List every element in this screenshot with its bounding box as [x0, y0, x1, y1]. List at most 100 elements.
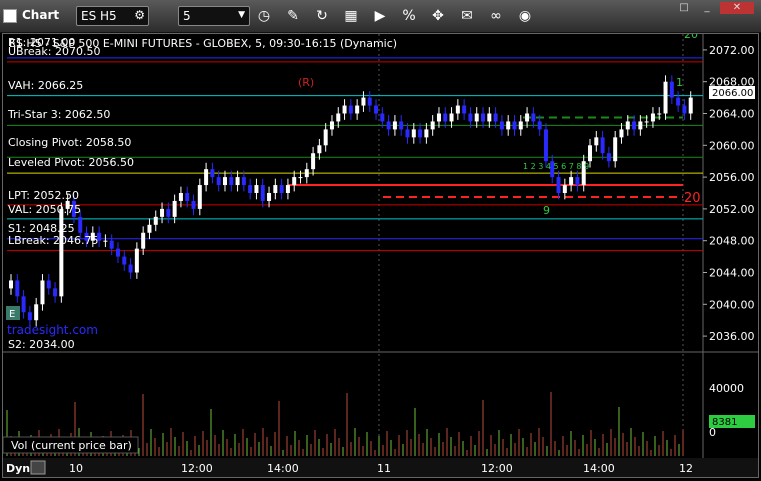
count-nine: 9 [543, 204, 550, 217]
candle-body [355, 105, 360, 114]
price-tick-label: 2036.00 [709, 330, 755, 343]
volume-tick-label: 40000 [709, 382, 744, 395]
mode-label[interactable]: Dyn [6, 462, 30, 475]
candle-body [260, 185, 265, 201]
candle-body [638, 121, 643, 130]
candle-body [27, 312, 32, 321]
price-tick-label: 2048.00 [709, 235, 755, 248]
level-label: UBreak: 2070.50 [8, 45, 100, 58]
level-label: Leveled Pivot: 2056.50 [8, 156, 134, 169]
volume-label: Vol (current price bar) [11, 439, 132, 452]
chart-icon [3, 9, 17, 23]
candle-body [405, 129, 410, 138]
candle-body [455, 105, 460, 114]
level-label: VAH: 2066.25 [8, 79, 83, 92]
candle-body [525, 113, 530, 122]
camera-icon[interactable]: ◉ [515, 6, 535, 26]
candle-body [241, 177, 246, 186]
candle-body [273, 185, 278, 193]
candle-body [329, 121, 334, 130]
candle-body [436, 113, 441, 122]
candle-body [650, 113, 655, 122]
candle-body [285, 185, 290, 193]
candle-body [348, 105, 353, 114]
level-label: Tri-Star 3: 2062.50 [7, 108, 110, 121]
interval-dropdown-icon[interactable]: ▼ [238, 10, 245, 20]
minimize-icon[interactable]: _ [697, 2, 717, 14]
tool-icon[interactable]: ▦ [341, 6, 361, 26]
candle-body [474, 113, 479, 122]
candle-body [374, 105, 379, 114]
candle-body [657, 113, 662, 115]
close-icon[interactable]: ✕ [720, 2, 754, 14]
candle-body [172, 200, 177, 217]
clock-icon[interactable]: ◷ [254, 6, 274, 26]
interval-value: 5 [183, 9, 191, 23]
candle-body [103, 240, 108, 242]
candle-body [134, 248, 139, 273]
candle-body [669, 81, 674, 98]
candle-body [663, 81, 668, 114]
candle-body [292, 177, 297, 186]
candle-body [191, 200, 196, 209]
candle-body [115, 248, 120, 257]
candle-body [688, 97, 693, 114]
candle-body [424, 129, 429, 138]
candle-body [569, 177, 574, 186]
move-icon[interactable]: ✥ [428, 6, 448, 26]
count-one: 1 [676, 76, 683, 89]
app-title: Chart [22, 8, 60, 22]
price-tick-label: 2072.00 [709, 44, 755, 57]
candle-body [543, 129, 548, 162]
candle-body [336, 113, 341, 122]
candle-body [531, 113, 536, 122]
candle-body [430, 121, 435, 130]
time-tick-label: 12 [679, 462, 693, 475]
play-icon[interactable]: ▶ [370, 6, 390, 26]
refresh-icon[interactable]: ↻ [312, 6, 332, 26]
chart-panel[interactable]: ES H5 - S&P 500 E-MINI FUTURES - GLOBEX,… [2, 28, 759, 478]
symbol-input[interactable]: ES H5 ⚙ [76, 6, 149, 26]
candle-body [682, 105, 687, 114]
candle-body [386, 121, 391, 130]
candle-body [594, 137, 599, 146]
candle-body [518, 121, 523, 130]
candle-body [499, 121, 504, 130]
candle-body [166, 208, 171, 217]
symbol-menu-icon[interactable]: ⚙ [134, 8, 145, 22]
candle-body [109, 240, 114, 249]
candle-body [619, 129, 624, 138]
price-tick-label: 2060.00 [709, 139, 755, 152]
link-icon[interactable]: ∞ [486, 6, 506, 26]
candle-body [160, 208, 165, 217]
candle-body [512, 121, 517, 130]
candle-body [562, 185, 567, 193]
time-tick-label: 14:00 [583, 462, 615, 475]
candle-body [304, 169, 309, 178]
percent-icon[interactable]: % [399, 6, 419, 26]
candle-body [185, 193, 190, 201]
note-icon[interactable]: ✉ [457, 6, 477, 26]
time-tick-label: 11 [377, 462, 391, 475]
candle-body [267, 193, 272, 201]
count-sequence: 1 2 3 4 5 6 7 8 9 [523, 162, 589, 171]
candle-body [210, 169, 215, 178]
candle-body [493, 113, 498, 122]
interval-select[interactable]: 5 ▼ [178, 6, 250, 26]
candle-body [606, 153, 611, 162]
candle-body [537, 121, 542, 130]
candle-body [141, 232, 146, 249]
candle-body [311, 153, 316, 170]
candle-body [399, 121, 404, 130]
chart-canvas[interactable]: ES H5 - S&P 500 E-MINI FUTURES - GLOBEX,… [2, 28, 758, 477]
price-tick-label: 2068.00 [709, 76, 755, 89]
price-tick-label: 2056.00 [709, 171, 755, 184]
price-tick-label: 2052.00 [709, 203, 755, 216]
candle-body [153, 216, 158, 225]
expand-icon[interactable]: □ [674, 2, 694, 14]
zoom-icon[interactable] [30, 460, 46, 475]
candle-body [468, 113, 473, 122]
pencil-icon[interactable]: ✎ [283, 6, 303, 26]
candle-body [481, 113, 486, 122]
candle-body [128, 264, 133, 273]
